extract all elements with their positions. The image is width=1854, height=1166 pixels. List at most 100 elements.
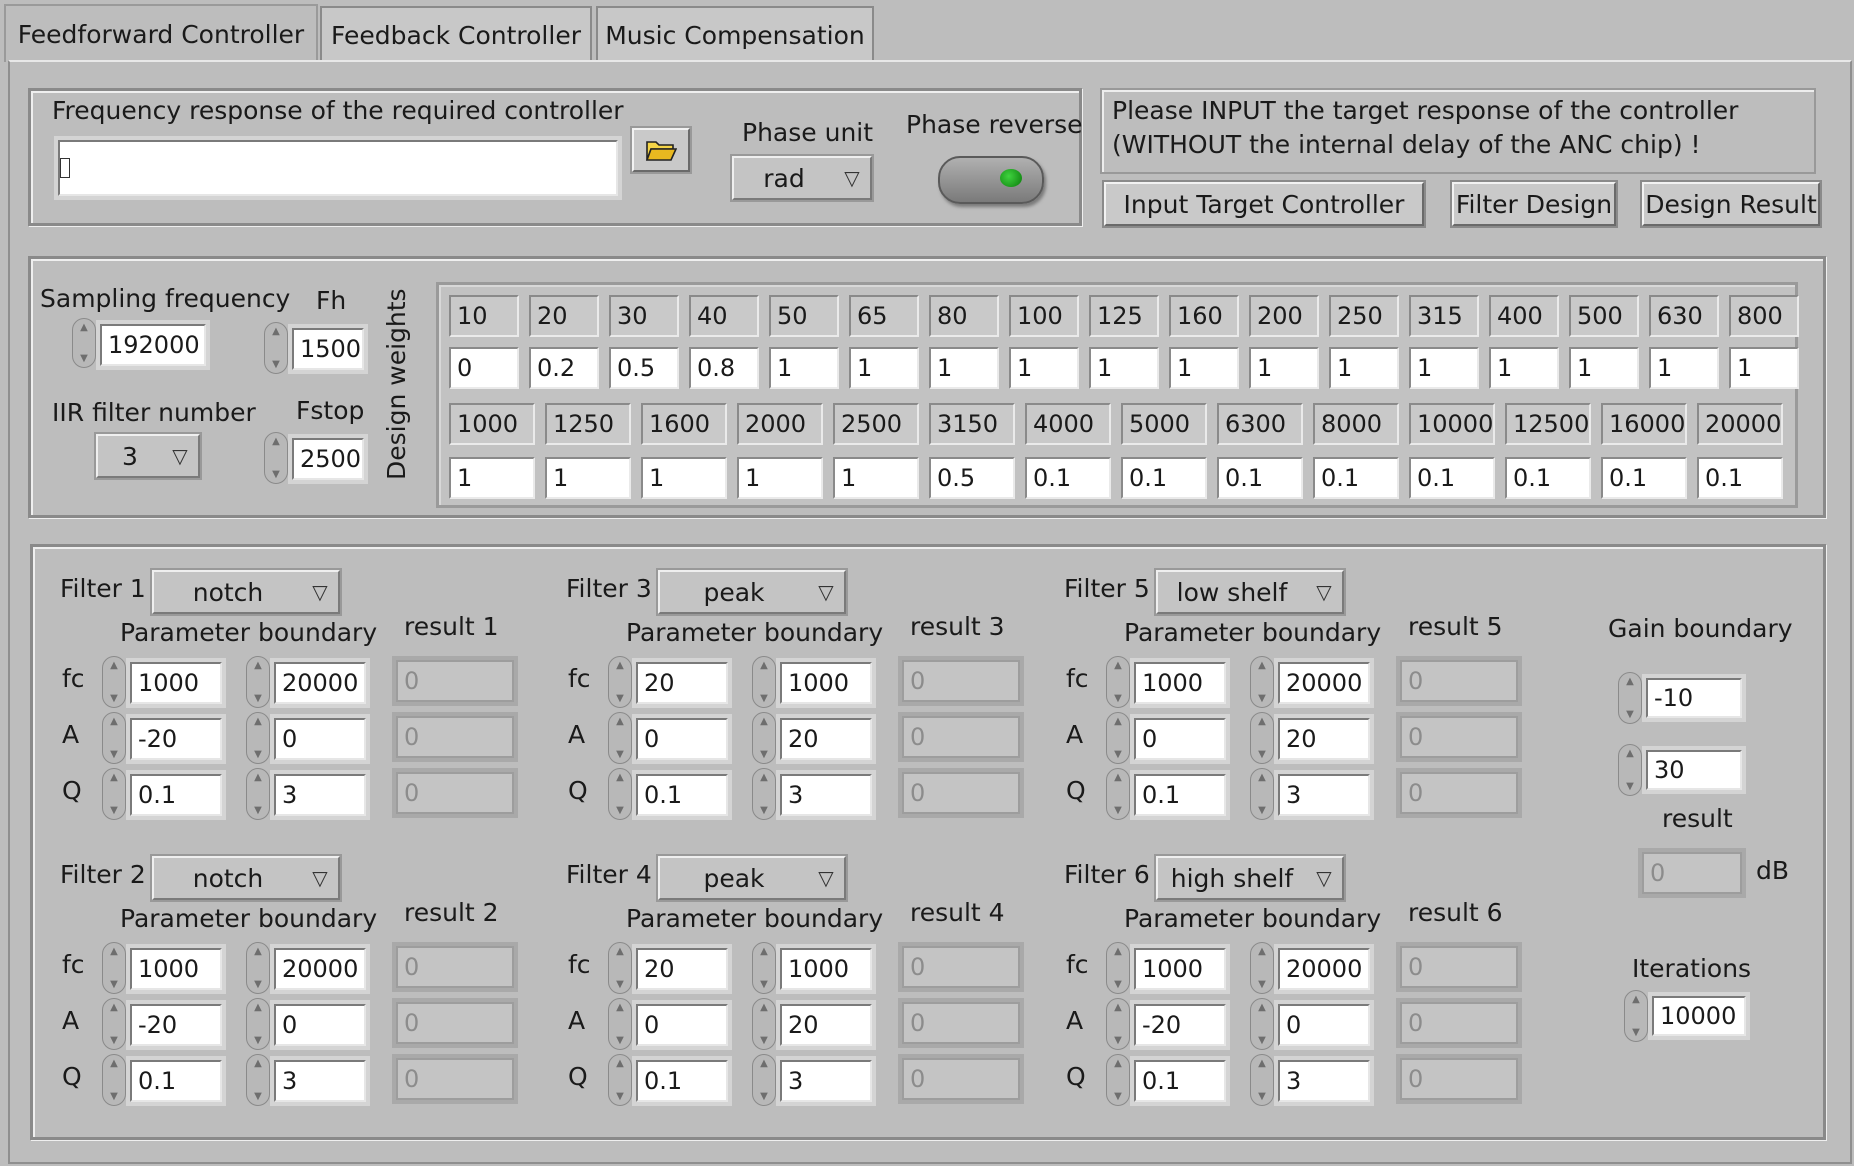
weight-value-input[interactable]: 0.1 <box>1697 457 1783 499</box>
spinner-fc-lo[interactable]: ▲ ▼ <box>102 942 126 994</box>
filter-1-fc-min-input[interactable]: 1000 <box>130 662 222 704</box>
spinner-A-hi[interactable]: ▲ ▼ <box>246 998 270 1050</box>
filter-5-fc-max-input[interactable]: 20000 <box>1278 662 1370 704</box>
filter-5-A-max-input[interactable]: 20 <box>1278 718 1370 760</box>
controller-path-input[interactable] <box>58 140 618 196</box>
spinner-fc-hi[interactable]: ▲ ▼ <box>1250 942 1274 994</box>
spinner-fc-lo[interactable]: ▲ ▼ <box>608 942 632 994</box>
weight-value-input[interactable]: 0.1 <box>1313 457 1399 499</box>
spinner-Q-lo[interactable]: ▲ ▼ <box>608 768 632 820</box>
weight-value-input[interactable]: 0.1 <box>1601 457 1687 499</box>
weight-value-input[interactable]: 1 <box>1329 347 1399 389</box>
spinner-Q-hi[interactable]: ▲ ▼ <box>246 1054 270 1106</box>
sampling-frequency-spinner[interactable]: ▲ ▼ <box>72 318 96 368</box>
spinner-Q-hi[interactable]: ▲ ▼ <box>752 768 776 820</box>
weight-value-input[interactable]: 1 <box>1489 347 1559 389</box>
filter-3-Q-min-input[interactable]: 0.1 <box>636 774 728 816</box>
filter-4-type-select[interactable]: peak ▽ <box>658 856 846 900</box>
weight-value-input[interactable]: 1 <box>1409 347 1479 389</box>
spinner-Q-lo[interactable]: ▲ ▼ <box>1106 768 1130 820</box>
filter-5-A-min-input[interactable]: 0 <box>1134 718 1226 760</box>
filter-2-Q-min-input[interactable]: 0.1 <box>130 1060 222 1102</box>
filter-5-fc-min-input[interactable]: 1000 <box>1134 662 1226 704</box>
weight-value-input[interactable]: 0.1 <box>1217 457 1303 499</box>
spinner-fc-hi[interactable]: ▲ ▼ <box>246 942 270 994</box>
weight-value-input[interactable]: 1 <box>641 457 727 499</box>
filter-5-type-select[interactable]: low shelf ▽ <box>1156 570 1344 614</box>
weight-value-input[interactable]: 0.5 <box>609 347 679 389</box>
gain-lo-spinner[interactable]: ▲ ▼ <box>1618 672 1642 724</box>
spinner-Q-hi[interactable]: ▲ ▼ <box>1250 768 1274 820</box>
filter-2-A-max-input[interactable]: 0 <box>274 1004 366 1046</box>
spinner-fc-hi[interactable]: ▲ ▼ <box>1250 656 1274 708</box>
input-target-controller-button[interactable]: Input Target Controller <box>1104 182 1424 226</box>
filter-3-fc-max-input[interactable]: 1000 <box>780 662 872 704</box>
spinner-A-hi[interactable]: ▲ ▼ <box>1250 998 1274 1050</box>
filter-4-A-max-input[interactable]: 20 <box>780 1004 872 1046</box>
iterations-spinner[interactable]: ▲ ▼ <box>1624 990 1648 1042</box>
filter-6-fc-max-input[interactable]: 20000 <box>1278 948 1370 990</box>
filter-2-A-min-input[interactable]: -20 <box>130 1004 222 1046</box>
spinner-A-lo[interactable]: ▲ ▼ <box>1106 998 1130 1050</box>
filter-4-A-min-input[interactable]: 0 <box>636 1004 728 1046</box>
filter-1-fc-max-input[interactable]: 20000 <box>274 662 366 704</box>
fstop-spinner[interactable]: ▲ ▼ <box>264 432 288 484</box>
weight-value-input[interactable]: 1 <box>545 457 631 499</box>
spinner-fc-hi[interactable]: ▲ ▼ <box>752 942 776 994</box>
weight-value-input[interactable]: 1 <box>1089 347 1159 389</box>
iir-filter-number-select[interactable]: 3 ▽ <box>96 434 200 478</box>
weight-value-input[interactable]: 0.2 <box>529 347 599 389</box>
tab-feedforward-controller[interactable]: Feedforward Controller <box>4 4 318 62</box>
weight-value-input[interactable]: 1 <box>1649 347 1719 389</box>
gain-upper-input[interactable]: 30 <box>1646 750 1742 790</box>
iterations-input[interactable]: 10000 <box>1652 996 1746 1036</box>
weight-value-input[interactable]: 0.1 <box>1505 457 1591 499</box>
spinner-Q-hi[interactable]: ▲ ▼ <box>1250 1054 1274 1106</box>
filter-6-type-select[interactable]: high shelf ▽ <box>1156 856 1344 900</box>
gain-lower-input[interactable]: -10 <box>1646 678 1742 718</box>
weight-value-input[interactable]: 1 <box>449 457 535 499</box>
spinner-fc-lo[interactable]: ▲ ▼ <box>1106 656 1130 708</box>
browse-folder-button[interactable] <box>632 128 690 172</box>
filter-2-type-select[interactable]: notch ▽ <box>152 856 340 900</box>
spinner-A-lo[interactable]: ▲ ▼ <box>1106 712 1130 764</box>
weight-value-input[interactable]: 1 <box>737 457 823 499</box>
tab-music-compensation[interactable]: Music Compensation <box>596 6 874 62</box>
spinner-fc-lo[interactable]: ▲ ▼ <box>1106 942 1130 994</box>
spinner-A-hi[interactable]: ▲ ▼ <box>246 712 270 764</box>
filter-6-A-max-input[interactable]: 0 <box>1278 1004 1370 1046</box>
weight-value-input[interactable]: 0 <box>449 347 519 389</box>
spinner-A-hi[interactable]: ▲ ▼ <box>1250 712 1274 764</box>
tab-feedback-controller[interactable]: Feedback Controller <box>320 6 592 62</box>
spinner-fc-lo[interactable]: ▲ ▼ <box>102 656 126 708</box>
weight-value-input[interactable]: 1 <box>769 347 839 389</box>
filter-design-button[interactable]: Filter Design <box>1452 182 1616 226</box>
phase-unit-select[interactable]: rad ▽ <box>732 156 872 200</box>
filter-3-fc-min-input[interactable]: 20 <box>636 662 728 704</box>
spinner-A-lo[interactable]: ▲ ▼ <box>608 712 632 764</box>
weight-value-input[interactable]: 1 <box>1169 347 1239 389</box>
spinner-A-lo[interactable]: ▲ ▼ <box>608 998 632 1050</box>
filter-2-fc-min-input[interactable]: 1000 <box>130 948 222 990</box>
filter-1-A-max-input[interactable]: 0 <box>274 718 366 760</box>
weight-value-input[interactable]: 1 <box>1569 347 1639 389</box>
spinner-A-hi[interactable]: ▲ ▼ <box>752 998 776 1050</box>
filter-3-type-select[interactable]: peak ▽ <box>658 570 846 614</box>
weight-value-input[interactable]: 0.8 <box>689 347 759 389</box>
spinner-Q-hi[interactable]: ▲ ▼ <box>246 768 270 820</box>
weight-value-input[interactable]: 1 <box>929 347 999 389</box>
filter-6-Q-min-input[interactable]: 0.1 <box>1134 1060 1226 1102</box>
weight-value-input[interactable]: 0.1 <box>1409 457 1495 499</box>
filter-5-Q-max-input[interactable]: 3 <box>1278 774 1370 816</box>
fh-input[interactable]: 1500 <box>292 328 364 370</box>
spinner-A-hi[interactable]: ▲ ▼ <box>752 712 776 764</box>
spinner-fc-hi[interactable]: ▲ ▼ <box>752 656 776 708</box>
spinner-fc-lo[interactable]: ▲ ▼ <box>608 656 632 708</box>
design-result-button[interactable]: Design Result <box>1642 182 1820 226</box>
phase-reverse-toggle[interactable] <box>938 156 1044 204</box>
filter-1-A-min-input[interactable]: -20 <box>130 718 222 760</box>
weight-value-input[interactable]: 1 <box>849 347 919 389</box>
spinner-Q-hi[interactable]: ▲ ▼ <box>752 1054 776 1106</box>
filter-1-Q-max-input[interactable]: 3 <box>274 774 366 816</box>
filter-3-Q-max-input[interactable]: 3 <box>780 774 872 816</box>
